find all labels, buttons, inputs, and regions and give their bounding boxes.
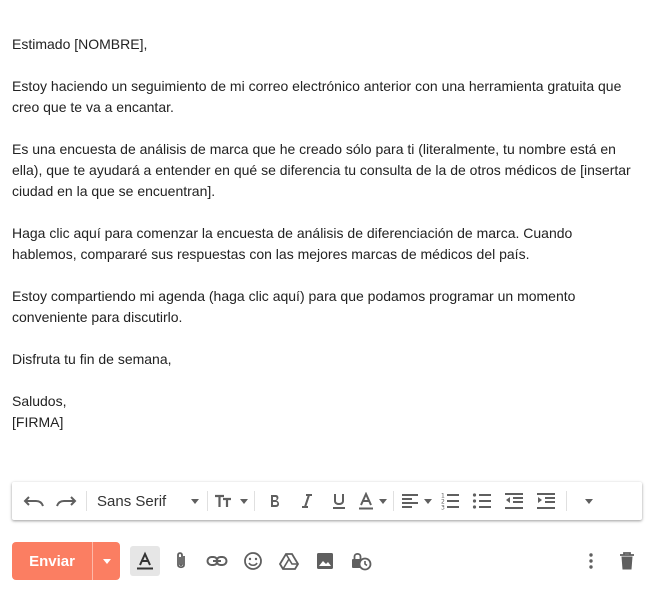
formatting-icon <box>137 551 153 570</box>
link-icon <box>206 556 228 566</box>
numbered-list-icon: 123 <box>441 493 459 511</box>
photo-icon <box>317 553 333 569</box>
chevron-down-icon <box>191 498 199 504</box>
insert-photo-button[interactable] <box>310 546 340 576</box>
font-family-select[interactable]: Sans Serif <box>91 487 203 515</box>
italic-button[interactable] <box>293 487 321 515</box>
undo-button[interactable] <box>20 487 48 515</box>
send-button-group: Enviar <box>12 542 120 580</box>
more-options-icon <box>585 498 593 504</box>
trash-icon <box>620 552 634 570</box>
align-button[interactable] <box>400 487 432 515</box>
chevron-down-icon <box>102 558 111 564</box>
toolbar-separator <box>86 491 87 511</box>
paragraph-survey: Es una encuesta de análisis de marca que… <box>12 141 631 199</box>
confidential-mode-button[interactable] <box>346 546 376 576</box>
indent-less-button[interactable] <box>500 487 528 515</box>
insert-emoji-button[interactable] <box>238 546 268 576</box>
indent-more-icon <box>537 493 555 509</box>
paragraph-followup: Estoy haciendo un seguimiento de mi corr… <box>12 78 622 115</box>
insert-link-button[interactable] <box>202 546 232 576</box>
paragraph-weekend: Disfruta tu fin de semana, <box>12 351 172 367</box>
italic-icon <box>302 494 312 508</box>
more-formatting-button[interactable] <box>573 487 601 515</box>
align-icon <box>402 494 418 508</box>
paragraph-agenda: Estoy compartiendo mi agenda (haga clic … <box>12 288 576 325</box>
insert-drive-button[interactable] <box>274 546 304 576</box>
closing: Saludos, <box>12 393 67 409</box>
chevron-down-icon <box>379 498 387 504</box>
bold-icon <box>271 495 279 507</box>
text-size-icon <box>215 494 231 507</box>
svg-text:3: 3 <box>441 505 445 511</box>
indent-more-button[interactable] <box>532 487 560 515</box>
numbered-list-button[interactable]: 123 <box>436 487 464 515</box>
greeting: Estimado [NOMBRE], <box>12 36 148 52</box>
toolbar-separator <box>566 491 567 511</box>
formatting-toolbar: Sans Serif 123 <box>12 482 642 520</box>
signature: [FIRMA] <box>12 414 64 430</box>
undo-icon <box>23 496 44 507</box>
more-options-button[interactable] <box>576 546 606 576</box>
text-size-button[interactable] <box>214 487 248 515</box>
send-button[interactable]: Enviar <box>12 542 92 580</box>
chevron-down-icon <box>240 498 248 504</box>
redo-icon <box>56 496 77 507</box>
confidential-icon <box>352 552 372 571</box>
toolbar-separator <box>207 491 208 511</box>
drive-icon <box>279 553 299 570</box>
formatting-options-button[interactable] <box>130 546 160 576</box>
text-color-button[interactable] <box>357 487 387 515</box>
bold-button[interactable] <box>261 487 289 515</box>
bulleted-list-button[interactable] <box>468 487 496 515</box>
compose-bottom-bar: Enviar <box>12 542 642 580</box>
more-vert-icon <box>589 553 593 569</box>
font-family-label: Sans Serif <box>97 492 167 510</box>
paragraph-click-here: Haga clic aquí para comenzar la encuesta… <box>12 225 573 262</box>
toolbar-separator <box>393 491 394 511</box>
bulleted-list-icon <box>472 493 491 509</box>
chevron-down-icon <box>424 498 432 504</box>
attach-file-button[interactable] <box>166 546 196 576</box>
text-color-icon <box>359 492 373 510</box>
discard-draft-button[interactable] <box>612 546 642 576</box>
bottom-bar-right-actions <box>570 546 642 576</box>
send-options-button[interactable] <box>92 542 120 580</box>
emoji-icon <box>244 552 262 570</box>
attach-icon <box>177 552 185 569</box>
redo-button[interactable] <box>52 487 80 515</box>
indent-less-icon <box>505 493 523 509</box>
toolbar-separator <box>254 491 255 511</box>
email-body[interactable]: Estimado [NOMBRE], Estoy haciendo un seg… <box>12 34 640 433</box>
underline-button[interactable] <box>325 487 353 515</box>
underline-icon <box>333 494 345 509</box>
